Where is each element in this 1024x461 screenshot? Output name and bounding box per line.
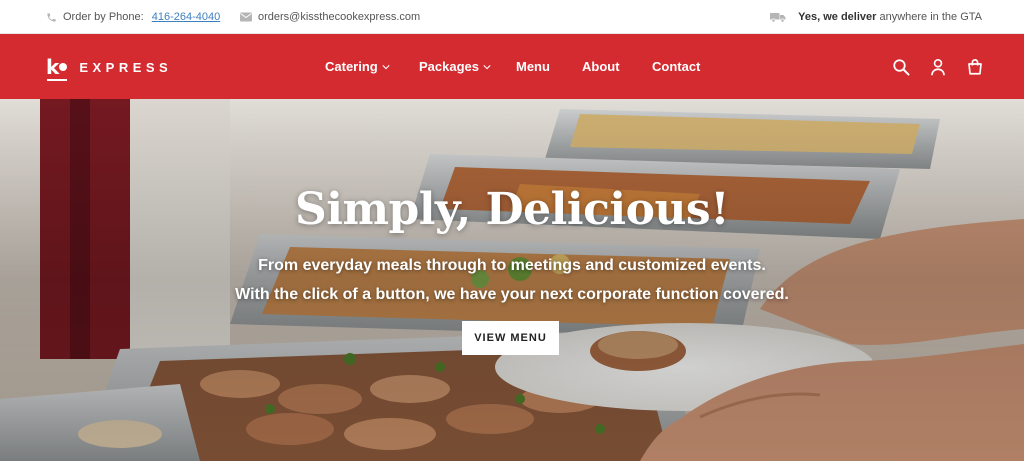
- nav-packages-label: Packages: [419, 59, 479, 74]
- logo-mark: k: [46, 55, 68, 81]
- email-text[interactable]: orders@kissthecookexpress.com: [258, 11, 420, 23]
- hero-subtitle-line-2: With the click of a button, we have your…: [235, 286, 789, 303]
- nav-packages[interactable]: Packages: [419, 34, 491, 99]
- delivery-bold: Yes, we deliver: [798, 11, 877, 23]
- phone-label: Order by Phone:: [63, 11, 144, 23]
- nav-catering-label: Catering: [325, 59, 378, 74]
- hero-content: Simply, Delicious! From everyday meals t…: [0, 99, 1024, 461]
- account-icon[interactable]: [927, 56, 949, 78]
- nav-about[interactable]: About: [582, 34, 620, 99]
- hero-banner: Simply, Delicious! From everyday meals t…: [0, 99, 1024, 461]
- chevron-down-icon: [483, 64, 491, 70]
- search-icon[interactable]: [890, 56, 912, 78]
- logo-wordmark: EXPRESS: [79, 59, 173, 75]
- nav-menu[interactable]: Menu: [516, 34, 550, 99]
- truck-icon: [770, 12, 786, 23]
- delivery-text: anywhere in the GTA: [876, 11, 982, 23]
- phone-link[interactable]: 416-264-4040: [152, 11, 221, 23]
- main-navbar: k EXPRESS Catering Packages Menu About C…: [0, 34, 1024, 99]
- logo-mark-letter: k: [46, 55, 59, 79]
- hero-subtitle-line-1: From everyday meals through to meetings …: [258, 257, 766, 274]
- phone-icon: [46, 12, 57, 23]
- nav-contact[interactable]: Contact: [652, 34, 700, 99]
- email-info: orders@kissthecookexpress.com: [240, 0, 420, 34]
- view-menu-button[interactable]: VIEW MENU: [462, 321, 559, 355]
- top-info-bar: Order by Phone: 416-264-4040 orders@kiss…: [0, 0, 1024, 34]
- nav-about-label: About: [582, 59, 620, 74]
- nav-menu-label: Menu: [516, 59, 550, 74]
- phone-info: Order by Phone: 416-264-4040: [46, 0, 220, 34]
- hero-title: Simply, Delicious!: [294, 184, 730, 235]
- envelope-icon: [240, 12, 252, 22]
- logo-dot: [59, 63, 68, 71]
- site-logo[interactable]: k EXPRESS: [46, 54, 173, 81]
- nav-contact-label: Contact: [652, 59, 701, 74]
- nav-catering[interactable]: Catering: [325, 34, 390, 99]
- chevron-down-icon: [382, 64, 390, 70]
- cart-icon[interactable]: [964, 56, 986, 78]
- delivery-info: Yes, we deliver anywhere in the GTA: [770, 0, 982, 34]
